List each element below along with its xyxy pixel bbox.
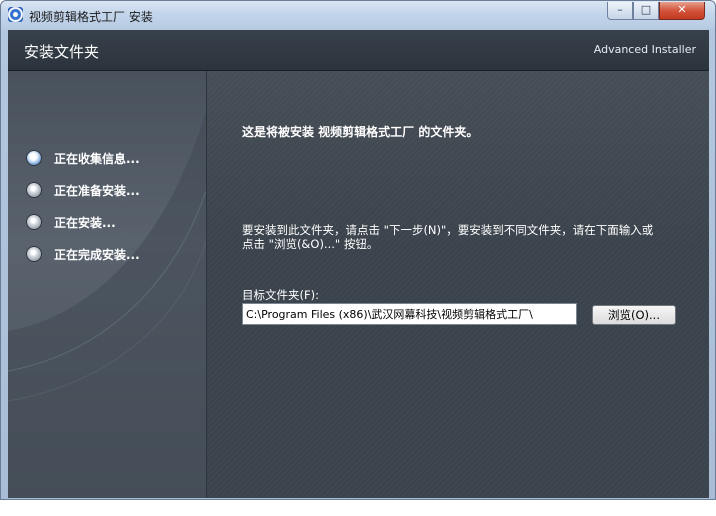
brand-label: Advanced Installer	[593, 43, 696, 56]
content-panel: 这是将被安装 视频剪辑格式工厂 的文件夹。 要安装到此文件夹，请点击 "下一步(…	[207, 71, 709, 498]
instructions-line-1: 要安装到此文件夹，请点击 "下一步(N)"，要安装到不同文件夹，请在下面输入或	[242, 223, 654, 237]
step-label: 正在收集信息...	[54, 152, 140, 166]
browse-button[interactable]: 浏览(O)...	[592, 305, 676, 325]
page-title: 安装文件夹	[24, 43, 100, 61]
installer-window: 视频剪辑格式工厂 安装 – □ ✕ 安装文件夹 Advanced Install…	[0, 0, 716, 500]
radio-bullet-icon	[26, 182, 42, 198]
maximize-button[interactable]: □	[633, 2, 659, 20]
dialog-client-area: 安装文件夹 Advanced Installer 正在收集信息... 正在准备安…	[8, 30, 709, 498]
window-title: 视频剪辑格式工厂 安装	[29, 10, 153, 24]
radio-bullet-icon	[26, 246, 42, 262]
destination-folder-input[interactable]	[242, 303, 577, 325]
install-folder-heading: 这是将被安装 视频剪辑格式工厂 的文件夹。	[242, 125, 479, 139]
instructions-text: 要安装到此文件夹，请点击 "下一步(N)"，要安装到不同文件夹，请在下面输入或 …	[242, 223, 682, 251]
destination-folder-label: 目标文件夹(F):	[242, 288, 319, 302]
step-label: 正在完成安装...	[54, 248, 140, 262]
steps-sidebar: 正在收集信息... 正在准备安装... 正在安装... 正在完成安装...	[8, 71, 207, 498]
step-label: 正在准备安装...	[54, 184, 140, 198]
sidebar-swoosh-decoration	[8, 111, 206, 498]
close-button[interactable]: ✕	[659, 2, 705, 20]
minimize-button[interactable]: –	[607, 2, 633, 20]
title-bar[interactable]: 视频剪辑格式工厂 安装 – □ ✕	[1, 1, 715, 29]
step-label: 正在安装...	[54, 216, 116, 230]
radio-bullet-icon	[26, 150, 42, 166]
installer-app-icon	[8, 7, 23, 22]
radio-bullet-icon	[26, 214, 42, 230]
instructions-line-2: 点击 "浏览(&O)..." 按钮。	[242, 237, 379, 251]
dialog-header: 安装文件夹 Advanced Installer	[8, 30, 709, 71]
